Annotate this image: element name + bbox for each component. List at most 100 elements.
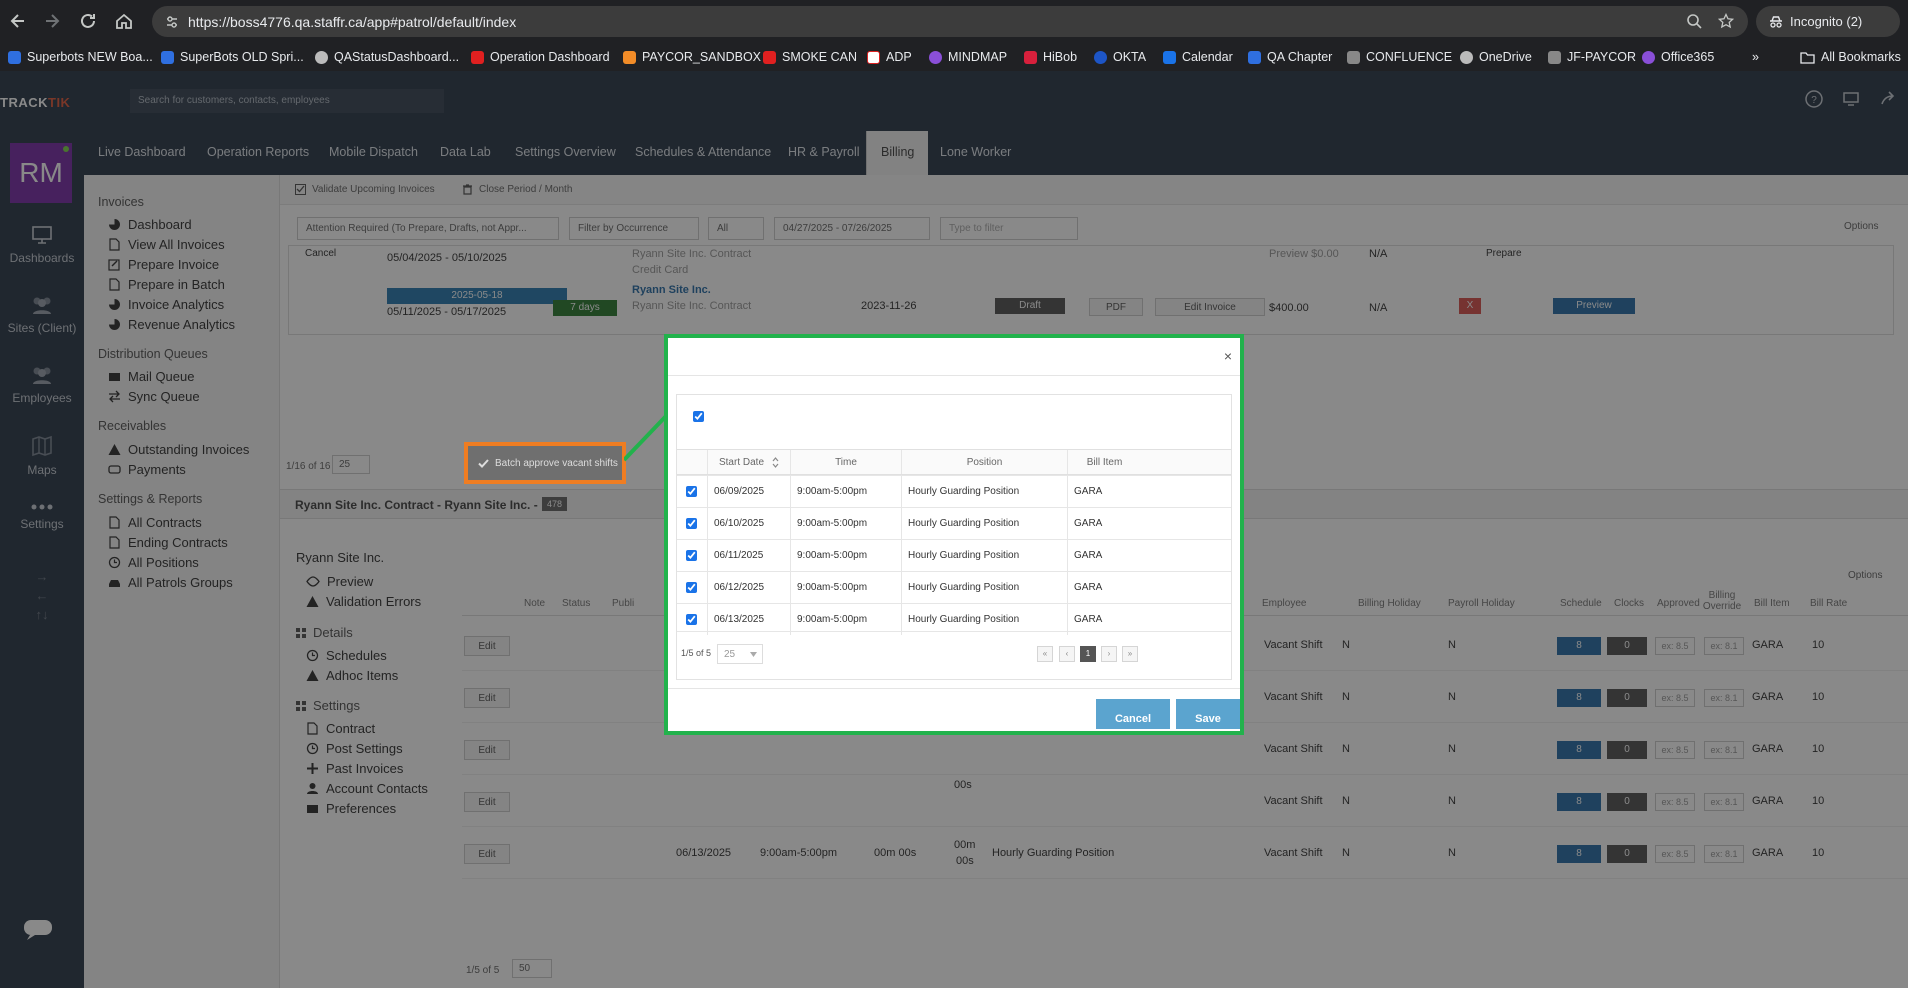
override-input[interactable]: ex: 8.1 xyxy=(1704,689,1744,707)
rail-maps[interactable]: Maps xyxy=(0,435,84,477)
close-period-button[interactable]: Close Period / Month xyxy=(462,184,572,195)
validate-upcoming-button[interactable]: Validate Upcoming Invoices xyxy=(295,184,435,195)
details-link-schedules[interactable]: Schedules xyxy=(306,648,387,663)
lower-per-page-select[interactable]: 50 xyxy=(512,959,552,978)
row-checkbox[interactable] xyxy=(686,582,697,593)
edit-button[interactable]: Edit xyxy=(464,688,510,708)
site-link-validation[interactable]: Validation Errors xyxy=(306,594,421,609)
help-icon[interactable]: ? xyxy=(1802,87,1826,111)
bookmark-item[interactable]: PAYCOR_SANDBOX xyxy=(623,50,761,64)
share-icon[interactable] xyxy=(1876,87,1900,111)
monitor-icon[interactable] xyxy=(1839,87,1863,111)
more-bookmarks-icon[interactable]: » xyxy=(1752,50,1759,64)
back-icon[interactable] xyxy=(8,11,28,31)
module-tab[interactable]: HR & Payroll xyxy=(788,145,860,159)
bookmark-item[interactable]: JF-PAYCOR xyxy=(1548,50,1636,64)
module-tab[interactable]: Schedules & Attendance xyxy=(635,145,771,159)
edit-button[interactable]: Edit xyxy=(464,636,510,656)
zoom-icon[interactable] xyxy=(1686,13,1702,29)
sort-icon[interactable] xyxy=(772,456,779,468)
global-search-input[interactable]: Search for customers, contacts, employee… xyxy=(130,89,444,113)
bookmark-item[interactable]: Office365 xyxy=(1642,50,1714,64)
incognito-indicator[interactable]: Incognito (2) xyxy=(1756,6,1900,37)
module-tab[interactable]: Settings Overview xyxy=(515,145,616,159)
sidebar-item-view-all[interactable]: View All Invoices xyxy=(108,237,225,252)
prepare-button[interactable]: Prepare xyxy=(1486,248,1522,259)
app-logo[interactable]: TRACKTIK xyxy=(0,95,70,110)
rail-arrows-icon[interactable]: → ← ↑↓ xyxy=(0,567,84,624)
sidebar-item-revenue[interactable]: Revenue Analytics xyxy=(108,317,235,332)
address-bar[interactable]: https://boss4776.qa.staffr.ca/app#patrol… xyxy=(152,6,1748,37)
row-checkbox[interactable] xyxy=(686,614,697,625)
settings-link-past-invoices[interactable]: Past Invoices xyxy=(306,761,403,776)
approved-input[interactable]: ex: 8.5 xyxy=(1655,689,1695,707)
row-checkbox[interactable] xyxy=(686,518,697,529)
batch-approve-button[interactable]: Batch approve vacant shifts xyxy=(464,442,626,484)
sidebar-item-patrol-groups[interactable]: All Patrols Groups xyxy=(108,575,233,590)
table-row[interactable]: 06/09/2025 9:00am-5:00pm Hourly Guarding P… xyxy=(677,475,1231,507)
edit-button[interactable]: Edit xyxy=(464,740,510,760)
sidebar-item-dashboard[interactable]: Dashboard xyxy=(108,217,192,232)
bookmark-star-icon[interactable] xyxy=(1718,13,1734,29)
options-link[interactable]: Options xyxy=(1844,221,1878,232)
next-page-button[interactable]: › xyxy=(1101,646,1117,662)
sidebar-item-all-contracts[interactable]: All Contracts xyxy=(108,515,202,530)
row-checkbox[interactable] xyxy=(686,486,697,497)
approved-input[interactable]: ex: 8.5 xyxy=(1655,637,1695,655)
module-tab[interactable]: Data Lab xyxy=(440,145,491,159)
bookmark-item[interactable]: OKTA xyxy=(1094,50,1146,64)
details-link-adhoc[interactable]: Adhoc Items xyxy=(306,668,398,683)
override-input[interactable]: ex: 8.1 xyxy=(1704,741,1744,759)
sidebar-item-outstanding[interactable]: Outstanding Invoices xyxy=(108,442,249,457)
home-icon[interactable] xyxy=(114,11,134,31)
avatar[interactable]: RM xyxy=(10,143,72,203)
cancel-link[interactable]: Cancel xyxy=(305,248,336,259)
table-row[interactable]: 06/11/2025 9:00am-5:00pm Hourly Guarding P… xyxy=(677,539,1231,571)
select-all-checkbox[interactable] xyxy=(693,411,704,422)
site-link-preview[interactable]: Preview xyxy=(306,574,373,589)
settings-link-contract[interactable]: Contract xyxy=(306,721,375,736)
preview-button[interactable]: Preview xyxy=(1553,298,1635,314)
rail-settings[interactable]: Settings xyxy=(0,503,84,531)
approved-input[interactable]: ex: 8.5 xyxy=(1655,793,1695,811)
upper-per-page-select[interactable]: 25 xyxy=(332,455,370,474)
table-row[interactable]: 06/10/2025 9:00am-5:00pm Hourly Guarding P… xyxy=(677,507,1231,539)
per-page-select[interactable]: 25 xyxy=(717,644,763,664)
all-bookmarks[interactable]: All Bookmarks xyxy=(1800,50,1901,64)
bookmark-item[interactable]: SuperBots OLD Spri... xyxy=(161,50,304,64)
reload-icon[interactable] xyxy=(78,11,98,31)
bookmark-item[interactable]: SMOKE CAN xyxy=(763,50,857,64)
bookmark-item[interactable]: ADP xyxy=(867,50,912,64)
close-icon[interactable]: × xyxy=(1224,348,1232,364)
bookmark-item[interactable]: MINDMAP xyxy=(929,50,1007,64)
settings-link-post[interactable]: Post Settings xyxy=(306,741,403,756)
date-range-input[interactable]: 04/27/2025 - 07/26/2025 xyxy=(774,217,930,240)
module-tab[interactable]: Lone Worker xyxy=(940,145,1011,159)
bookmark-item[interactable]: CONFLUENCE xyxy=(1347,50,1452,64)
site-link[interactable]: Ryann Site Inc. xyxy=(632,284,711,296)
shift-options-link[interactable]: Options xyxy=(1848,570,1882,581)
table-row[interactable]: 06/12/2025 9:00am-5:00pm Hourly Guarding P… xyxy=(677,571,1231,603)
chat-icon[interactable] xyxy=(20,916,56,942)
sidebar-item-all-positions[interactable]: All Positions xyxy=(108,555,199,570)
last-page-button[interactable]: » xyxy=(1122,646,1138,662)
module-tab[interactable]: Mobile Dispatch xyxy=(329,145,418,159)
prev-page-button[interactable]: ‹ xyxy=(1059,646,1075,662)
bookmark-item[interactable]: OneDrive xyxy=(1460,50,1532,64)
sidebar-item-prepare[interactable]: Prepare Invoice xyxy=(108,257,219,272)
module-tab-active[interactable]: Billing xyxy=(866,131,929,175)
forward-icon[interactable] xyxy=(42,11,62,31)
bookmark-item[interactable]: Calendar xyxy=(1163,50,1233,64)
cancel-button[interactable]: Cancel xyxy=(1096,699,1170,729)
bookmark-item[interactable]: Operation Dashboard xyxy=(471,50,610,64)
pdf-button[interactable]: PDF xyxy=(1089,298,1143,316)
column-header-start-date[interactable]: Start Date xyxy=(707,450,790,474)
row-checkbox[interactable] xyxy=(686,550,697,561)
first-page-button[interactable]: « xyxy=(1037,646,1053,662)
sidebar-item-batch[interactable]: Prepare in Batch xyxy=(108,277,225,292)
sidebar-item-ending-contracts[interactable]: Ending Contracts xyxy=(108,535,228,550)
edit-button[interactable]: Edit xyxy=(464,792,510,812)
bookmark-item[interactable]: HiBob xyxy=(1024,50,1077,64)
rail-dashboards[interactable]: Dashboards xyxy=(0,225,84,265)
edit-button[interactable]: Edit xyxy=(464,844,510,864)
